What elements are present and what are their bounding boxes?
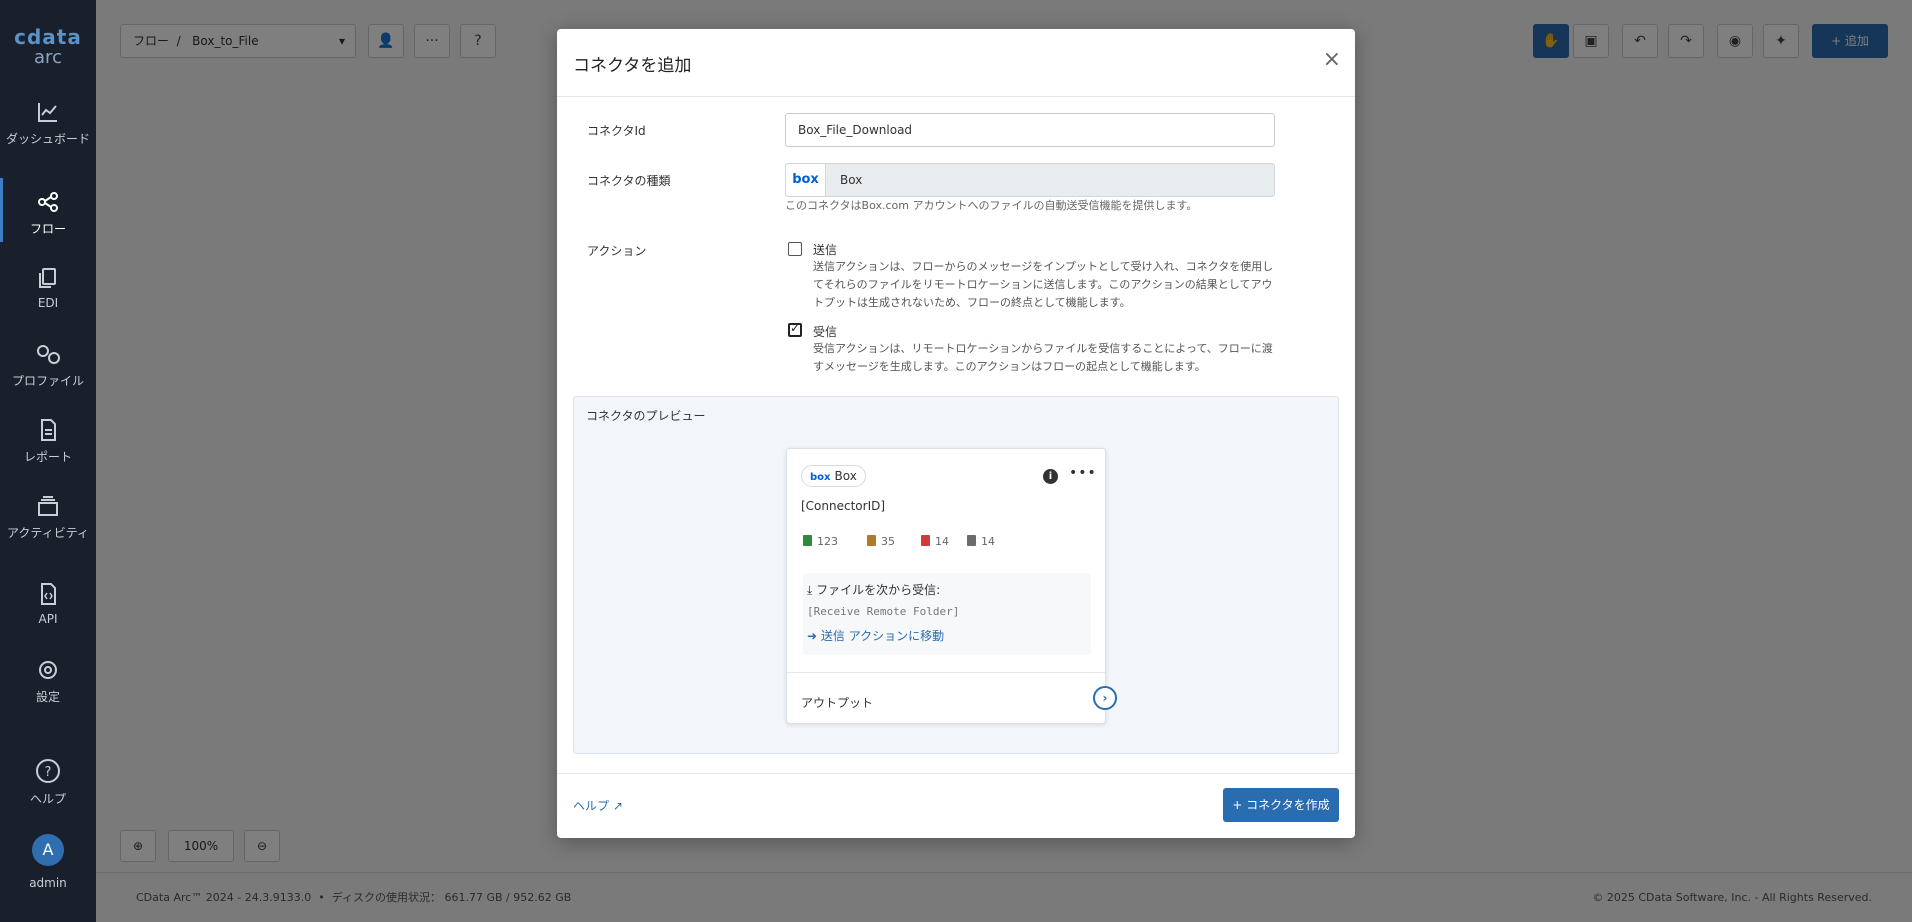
app-logo[interactable]: cdata arc bbox=[0, 26, 96, 68]
connector-type-help: このコネクタはBox.com アカウントへのファイルの自動送受信機能を提供します… bbox=[785, 199, 1198, 212]
dialog-footer: ヘルプ ↗ + コネクタを作成 bbox=[557, 773, 1355, 838]
connector-type-chip: box Box bbox=[801, 465, 866, 487]
sidebar-item-dashboard[interactable]: ダッシュボード bbox=[0, 100, 96, 147]
download-icon: ⤓ bbox=[807, 583, 817, 597]
output-label: アウトプット bbox=[801, 696, 874, 710]
connector-card[interactable]: box Box i ••• [ConnectorID] 123 35 14 14 … bbox=[786, 448, 1117, 724]
stat-error: 14 bbox=[921, 535, 949, 548]
sidebar-item-api[interactable]: API bbox=[0, 582, 96, 626]
dialog-header: コネクタを追加 × bbox=[557, 29, 1355, 97]
add-connector-dialog: コネクタを追加 × コネクタId Box_File_Download コネクタの… bbox=[557, 29, 1355, 838]
info-icon[interactable]: i bbox=[1043, 469, 1058, 484]
sidebar-item-report[interactable]: レポート bbox=[0, 418, 96, 465]
help-link[interactable]: ヘルプ ↗ bbox=[573, 797, 623, 814]
user-menu[interactable]: A admin bbox=[0, 834, 96, 890]
report-icon bbox=[41, 419, 56, 441]
sidebar-item-flow[interactable]: フロー bbox=[0, 178, 96, 242]
sidebar-item-edi[interactable]: EDI bbox=[0, 266, 96, 310]
sidebar-item-settings[interactable]: 設定 bbox=[0, 658, 96, 705]
connector-type-field: box Box bbox=[785, 163, 1275, 197]
send-checkbox[interactable] bbox=[788, 242, 802, 256]
file-success-icon bbox=[803, 535, 812, 546]
connector-type-value: Box bbox=[840, 173, 863, 187]
create-connector-button[interactable]: + コネクタを作成 bbox=[1223, 788, 1339, 822]
avatar: A bbox=[32, 834, 64, 866]
card-action-box: ⤓ ファイルを次から受信: [Receive Remote Folder] ➜ … bbox=[803, 573, 1091, 655]
box-logo-icon: box bbox=[786, 164, 826, 196]
receive-description: 受信アクションは、リモートロケーションからファイルを受信することによって、フロー… bbox=[813, 342, 1273, 373]
gears-icon bbox=[37, 345, 60, 364]
sidebar-item-activity[interactable]: アクティビティ bbox=[0, 494, 96, 541]
gear-icon bbox=[39, 661, 57, 679]
code-file-icon bbox=[41, 583, 56, 605]
close-icon[interactable]: × bbox=[1323, 49, 1341, 71]
receive-title: ⤓ ファイルを次から受信: bbox=[807, 583, 941, 597]
receive-label: 受信 bbox=[813, 325, 838, 339]
stat-pending: 35 bbox=[867, 535, 895, 548]
help-circle-icon: ? bbox=[36, 759, 60, 783]
receive-folder: [Receive Remote Folder] bbox=[807, 605, 960, 618]
file-error-icon bbox=[921, 535, 930, 546]
action-label: アクション bbox=[587, 244, 647, 258]
stat-success: 123 bbox=[803, 535, 838, 548]
divider bbox=[787, 672, 1105, 673]
connector-id-label: コネクタId bbox=[587, 124, 646, 138]
external-link-icon: ↗ bbox=[612, 799, 623, 813]
connector-id-input[interactable]: Box_File_Download bbox=[785, 113, 1275, 147]
file-pending-icon bbox=[867, 535, 876, 546]
receive-checkbox[interactable] bbox=[788, 321, 802, 337]
hourglass-icon bbox=[967, 535, 976, 546]
preview-title: コネクタのプレビュー bbox=[586, 409, 706, 423]
arrow-right-icon: ➜ bbox=[807, 629, 821, 643]
card-connector-id: [ConnectorID] bbox=[801, 499, 886, 513]
sidebar-item-profile[interactable]: プロファイル bbox=[0, 342, 96, 389]
sidebar-item-help[interactable]: ? ヘルプ bbox=[0, 758, 96, 807]
send-description: 送信アクションは、フローからのメッセージをインプットとして受け入れ、コネクタを使… bbox=[813, 260, 1274, 309]
sidebar: cdata arc ダッシュボード フロー EDI プロファイル レポート アク… bbox=[0, 0, 96, 922]
more-icon[interactable]: ••• bbox=[1069, 465, 1097, 481]
connector-preview: コネクタのプレビュー box Box i ••• [ConnectorID] 12… bbox=[573, 396, 1339, 754]
box-logo-icon: box bbox=[810, 472, 831, 483]
flow-icon bbox=[38, 192, 58, 212]
layers-icon bbox=[38, 496, 58, 516]
svg-text:?: ? bbox=[45, 765, 52, 780]
chevron-right-icon[interactable]: › bbox=[1093, 686, 1117, 710]
chart-line-icon bbox=[38, 103, 57, 122]
stat-queued: 14 bbox=[967, 535, 995, 548]
documents-icon bbox=[39, 268, 56, 288]
dialog-title: コネクタを追加 bbox=[573, 56, 692, 76]
goto-send-link[interactable]: ➜ 送信 アクションに移動 bbox=[807, 627, 944, 644]
connector-type-label: コネクタの種類 bbox=[587, 174, 671, 188]
send-label: 送信 bbox=[813, 243, 838, 257]
